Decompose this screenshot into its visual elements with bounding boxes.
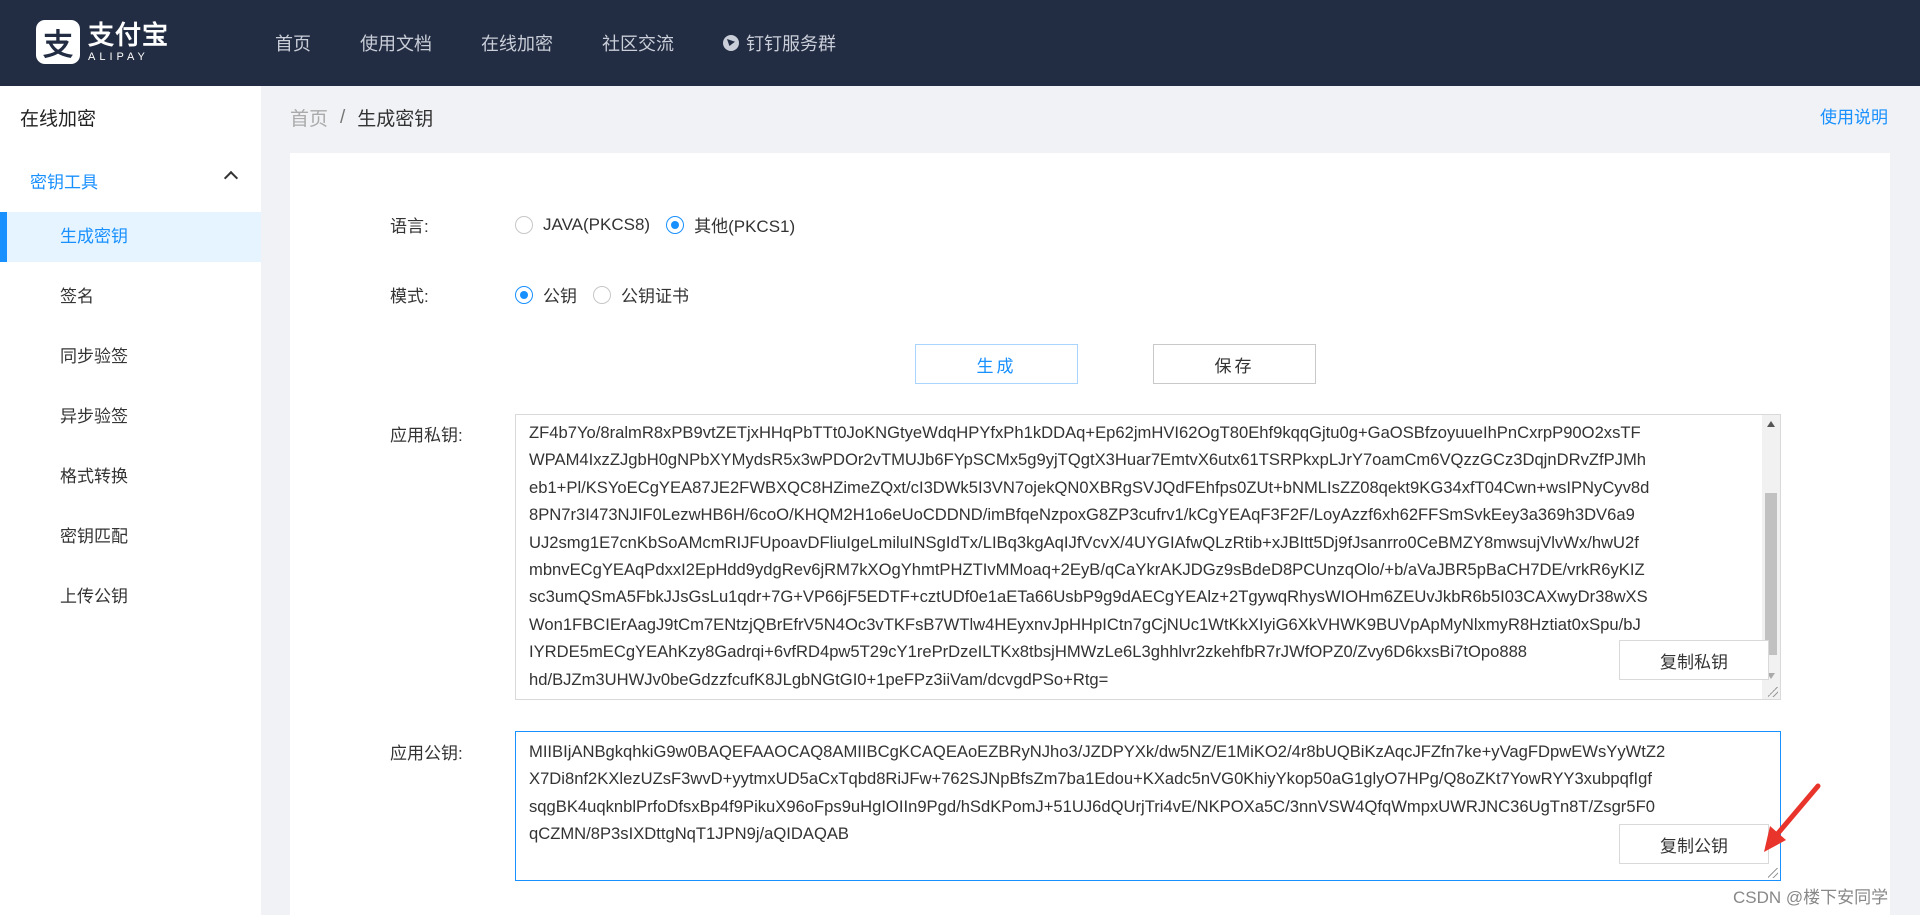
alipay-logo-icon: 支 bbox=[36, 20, 80, 64]
help-link[interactable]: 使用说明 bbox=[1820, 103, 1888, 128]
mode-label: 模式: bbox=[390, 287, 429, 306]
radio-java-pkcs8[interactable]: JAVA(PKCS8) bbox=[515, 215, 650, 235]
copy-public-key-button[interactable]: 复制公钥 bbox=[1619, 824, 1769, 864]
sidebar-title: 在线加密 bbox=[20, 109, 97, 130]
radio-circle bbox=[593, 285, 611, 304]
sidebar-item-sign[interactable]: 签名 bbox=[0, 272, 261, 322]
sidebar-item-key-match[interactable]: 密钥匹配 bbox=[0, 512, 261, 562]
radio-circle-checked bbox=[666, 215, 685, 234]
private-key-label: 应用私钥: bbox=[390, 426, 463, 445]
private-key-textarea[interactable]: ZF4b7Yo/8ralmR8xPB9vtZETjxHHqPbTTt0JoKNG… bbox=[515, 414, 1781, 700]
public-key-label: 应用公钥: bbox=[390, 744, 463, 763]
resize-grip-icon[interactable] bbox=[1768, 687, 1778, 697]
breadcrumb: 首页 / 生成密钥 bbox=[290, 104, 433, 131]
sidebar-group-key-tools[interactable]: 密钥工具 bbox=[0, 154, 261, 202]
annotation-arrow-icon bbox=[1764, 783, 1821, 852]
radio-label: JAVA(PKCS8) bbox=[543, 214, 651, 234]
chevron-up-icon bbox=[223, 170, 239, 186]
nav-item-dingtalk[interactable]: 钉钉服务群 bbox=[723, 30, 836, 56]
sidebar-item-upload-public-key[interactable]: 上传公钥 bbox=[0, 572, 261, 622]
public-key-text: MIIBIjANBgkqhkiG9w0BAQEFAAOCAQ8AMIIBCgKC… bbox=[529, 742, 1666, 844]
csdn-watermark: CSDN @楼下安同学 bbox=[1733, 888, 1889, 907]
radio-public-key[interactable]: 公钥 bbox=[515, 282, 577, 307]
nav-item-home[interactable]: 首页 bbox=[275, 30, 311, 56]
private-key-text: ZF4b7Yo/8ralmR8xPB9vtZETjxHHqPbTTt0JoKNG… bbox=[529, 423, 1650, 689]
sidebar-item-sync-verify[interactable]: 同步验签 bbox=[0, 332, 261, 382]
radio-other-pkcs1[interactable]: 其他(PKCS1) bbox=[666, 212, 795, 237]
nav-menu: 首页 使用文档 在线加密 社区交流 钉钉服务群 bbox=[275, 0, 885, 86]
nav-item-dingtalk-label: 钉钉服务群 bbox=[746, 34, 836, 54]
dingtalk-icon bbox=[723, 35, 739, 51]
scroll-up-arrow-icon[interactable] bbox=[1767, 421, 1775, 427]
save-button[interactable]: 保存 bbox=[1153, 344, 1316, 384]
alipay-logo[interactable]: 支 支付宝 ALIPAY bbox=[36, 20, 169, 64]
logo-text-en: ALIPAY bbox=[88, 50, 149, 63]
sidebar: 在线加密 密钥工具 生成密钥 签名 同步验签 异步验签 格式转换 密钥匹配 上传… bbox=[0, 86, 261, 915]
copy-private-key-button[interactable]: 复制私钥 bbox=[1619, 640, 1769, 680]
radio-label: 公钥证书 bbox=[621, 287, 689, 306]
scroll-thumb[interactable] bbox=[1765, 493, 1777, 655]
language-label: 语言: bbox=[390, 217, 429, 236]
breadcrumb-home[interactable]: 首页 bbox=[290, 104, 328, 131]
radio-label: 公钥 bbox=[543, 287, 577, 306]
logo-text-cn: 支付宝 bbox=[88, 19, 170, 50]
top-nav: 支 支付宝 ALIPAY 首页 使用文档 在线加密 社区交流 钉钉服务群 bbox=[0, 0, 1920, 86]
mode-radio-group: 公钥 公钥证书 bbox=[515, 282, 705, 307]
sidebar-group-label: 密钥工具 bbox=[30, 173, 98, 192]
radio-label: 其他(PKCS1) bbox=[694, 217, 796, 236]
radio-public-key-cert[interactable]: 公钥证书 bbox=[593, 282, 689, 307]
sidebar-item-generate-key[interactable]: 生成密钥 bbox=[0, 212, 261, 262]
breadcrumb-current: 生成密钥 bbox=[357, 109, 434, 130]
nav-item-docs[interactable]: 使用文档 bbox=[360, 30, 432, 56]
radio-circle-checked bbox=[515, 285, 533, 304]
public-key-textarea[interactable]: MIIBIjANBgkqhkiG9w0BAQEFAAOCAQ8AMIIBCgKC… bbox=[515, 731, 1781, 881]
main-panel: 语言: JAVA(PKCS8) 其他(PKCS1) 模式: 公钥 公钥证书 生成… bbox=[290, 153, 1890, 915]
language-radio-group: JAVA(PKCS8) 其他(PKCS1) bbox=[515, 212, 811, 237]
nav-item-community[interactable]: 社区交流 bbox=[602, 30, 674, 56]
sidebar-item-format-convert[interactable]: 格式转换 bbox=[0, 452, 261, 502]
sidebar-item-async-verify[interactable]: 异步验签 bbox=[0, 392, 261, 442]
generate-button[interactable]: 生成 bbox=[915, 344, 1078, 384]
radio-circle bbox=[515, 215, 533, 234]
breadcrumb-separator: / bbox=[340, 106, 346, 128]
nav-item-online-encrypt[interactable]: 在线加密 bbox=[481, 30, 553, 56]
